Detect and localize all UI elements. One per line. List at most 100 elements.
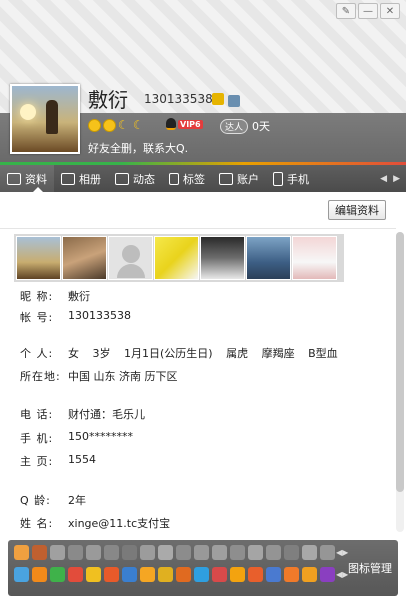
tab-account[interactable]: 账户 [212, 165, 266, 192]
service-icon[interactable] [266, 545, 281, 560]
tab-album[interactable]: 相册 [54, 165, 108, 192]
penguin-icon [166, 118, 176, 130]
info-row-nickname: 昵 称: 敷衍 [20, 290, 90, 303]
profile-content: 编辑资料 昵 称: 敷衍 帐 号: 130133538 个 人: 女 3岁 1月… [0, 192, 406, 538]
profile-card-icon [7, 172, 21, 185]
wallet-icon [219, 172, 233, 185]
service-icon[interactable] [68, 545, 83, 560]
close-button[interactable]: ✕ [380, 3, 400, 19]
edit-profile-button[interactable]: 编辑资料 [328, 200, 386, 220]
info-row-phone: 电 话: 财付通：毛乐儿 [20, 408, 145, 421]
tab-label: 标签 [183, 172, 205, 186]
service-icon[interactable] [176, 545, 191, 560]
phone-icon [273, 171, 283, 186]
tab-scroll-arrows: ◀ ▶ [380, 174, 406, 184]
tab-right-arrow-icon[interactable]: ▶ [393, 174, 400, 184]
moon-level-icon: ☾ [133, 118, 144, 132]
info-row-homepage: 主 页: 1554 [20, 453, 96, 468]
service-icon[interactable] [140, 567, 155, 582]
service-icon[interactable] [14, 545, 29, 560]
photo-thumbnail[interactable] [200, 236, 245, 280]
tab-tags[interactable]: 标签 [162, 165, 212, 192]
signature[interactable]: 好友全删，联系大Q. [88, 140, 188, 156]
service-icon[interactable] [230, 545, 245, 560]
service-icon[interactable] [194, 545, 209, 560]
service-icon[interactable] [212, 567, 227, 582]
info-row-name: 姓 名: xinge@11.tc支付宝 [20, 517, 171, 530]
service-icon[interactable] [266, 567, 281, 582]
service-icon[interactable] [32, 567, 47, 582]
service-icon[interactable] [302, 545, 317, 560]
tab-label: 手机 [287, 172, 309, 186]
icon-scroll-arrows: ◀▶ [336, 548, 349, 557]
service-icon[interactable] [158, 545, 173, 560]
service-icon[interactable] [104, 567, 119, 582]
device-status-icon[interactable] [228, 95, 240, 107]
photo-album-icon [61, 172, 75, 185]
service-icon[interactable] [194, 567, 209, 582]
photo-thumbnail[interactable] [16, 236, 61, 280]
feed-icon [115, 172, 129, 185]
tab-profile[interactable]: 资料 [0, 165, 54, 192]
service-icon-grid [14, 545, 336, 589]
level-badges[interactable]: ☾ ☾ [88, 119, 146, 132]
icon-scroll-arrows: ◀▶ [336, 570, 349, 579]
birthday: 1月1日(公历生日) [124, 347, 213, 360]
service-icon[interactable] [248, 545, 263, 560]
service-icon[interactable] [158, 567, 173, 582]
service-icon[interactable] [86, 545, 101, 560]
service-icon[interactable] [320, 567, 335, 582]
sun-level-icon [103, 119, 116, 132]
photo-thumbnail[interactable] [108, 236, 153, 280]
icon-manage-button[interactable]: 图标管理 [348, 560, 392, 576]
gender: 女 [68, 347, 79, 360]
service-icon-bar: ◀▶ ◀▶ 图标管理 [8, 540, 398, 596]
service-icon[interactable] [86, 567, 101, 582]
vip-level-label: VIP6 [178, 119, 203, 129]
scrollbar[interactable] [396, 232, 404, 532]
photo-thumbnail[interactable] [62, 236, 107, 280]
photo-thumbnail[interactable] [292, 236, 337, 280]
service-icon[interactable] [284, 567, 299, 582]
moon-level-icon: ☾ [118, 118, 129, 132]
avatar[interactable] [10, 84, 80, 154]
scrollbar-thumb[interactable] [396, 232, 404, 492]
service-icon[interactable] [302, 567, 317, 582]
window-controls: ✎ — ✕ [336, 3, 400, 19]
service-icon[interactable] [122, 545, 137, 560]
tab-left-arrow-icon[interactable]: ◀ [380, 174, 387, 184]
tab-label: 账户 [237, 172, 259, 186]
active-days-value: 0天 [252, 120, 271, 133]
default-avatar-icon [122, 245, 140, 263]
service-icon[interactable] [212, 545, 227, 560]
vip-member-icon[interactable] [212, 93, 224, 105]
tab-label: 资料 [25, 172, 47, 186]
photo-thumbnail[interactable] [154, 236, 199, 280]
age: 3岁 [92, 347, 111, 360]
photo-thumbnail[interactable] [246, 236, 291, 280]
qq-number: 130133538 [144, 92, 213, 106]
service-icon[interactable] [32, 545, 47, 560]
minimize-button[interactable]: — [358, 3, 378, 19]
service-icon[interactable] [104, 545, 119, 560]
service-icon[interactable] [122, 567, 137, 582]
tab-phone[interactable]: 手机 [266, 165, 316, 192]
service-icon[interactable] [248, 567, 263, 582]
service-icon[interactable] [284, 545, 299, 560]
service-icon[interactable] [176, 567, 191, 582]
zodiac: 属虎 [226, 347, 249, 360]
service-icon[interactable] [320, 545, 335, 560]
service-icon[interactable] [50, 567, 65, 582]
info-row-qage: Q 龄: 2年 [20, 494, 86, 507]
feedback-icon[interactable]: ✎ [336, 3, 356, 19]
service-icon[interactable] [50, 545, 65, 560]
service-icon[interactable] [230, 567, 245, 582]
tab-label: 相册 [79, 172, 101, 186]
info-row-personal: 个 人: 女 3岁 1月1日(公历生日) 属虎 摩羯座 B型血 [20, 347, 338, 360]
tab-feed[interactable]: 动态 [108, 165, 162, 192]
divider [0, 228, 396, 229]
vip-badge[interactable]: VIP6 [166, 118, 203, 130]
service-icon[interactable] [14, 567, 29, 582]
service-icon[interactable] [68, 567, 83, 582]
service-icon[interactable] [140, 545, 155, 560]
